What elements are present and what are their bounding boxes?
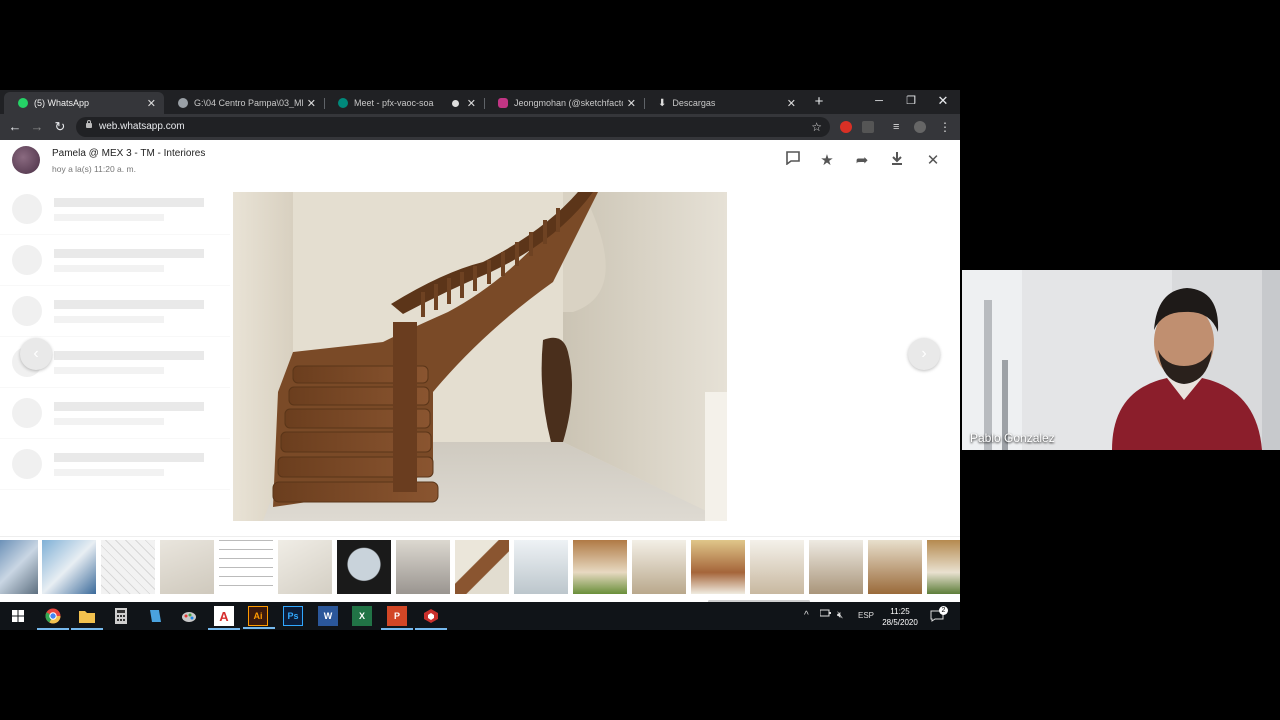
next-arrow-icon[interactable]: › — [908, 338, 940, 370]
volume-muted-icon[interactable]: 🔇︎ — [837, 602, 843, 630]
thumbnail[interactable] — [160, 540, 214, 594]
thumbnail[interactable] — [868, 540, 922, 594]
list-item — [0, 235, 230, 286]
sketchup-app-icon[interactable] — [415, 606, 447, 630]
download-icon: ⬇ — [658, 98, 667, 109]
avatar[interactable] — [12, 146, 40, 174]
lock-icon — [86, 120, 92, 128]
chrome-app-icon[interactable] — [37, 606, 69, 630]
restore-icon[interactable]: ❐ — [896, 90, 926, 112]
windows-taskbar: A Ai Ps W X P ^ 🔇︎ ESP 11:25 28/5/2020 2 — [0, 602, 960, 630]
tab-meet[interactable]: Meet - pfx-vaoc-soa ✕ — [324, 92, 484, 114]
thumbnail[interactable] — [927, 540, 960, 594]
tab-strip: (5) WhatsApp ✕ G:\04 Centro Pampa\03_MEX… — [0, 90, 960, 114]
notification-count-badge: 2 — [939, 606, 948, 615]
file-explorer-icon[interactable] — [71, 606, 103, 630]
media-control-icon[interactable]: ≡ — [893, 121, 905, 133]
extension-icon[interactable] — [862, 121, 874, 133]
address-bar[interactable]: web.whatsapp.com ☆ — [76, 117, 830, 137]
recording-icon — [451, 99, 459, 107]
thumbnail[interactable] — [750, 540, 804, 594]
powerpoint-app-icon[interactable]: P — [381, 606, 413, 630]
clock-date: 28/5/2020 — [882, 618, 918, 627]
meet-icon — [338, 98, 348, 108]
message-timestamp: hoy a la(s) 11:20 a. m. — [52, 164, 136, 174]
menu-kebab-icon[interactable]: ⋮ — [939, 121, 951, 133]
staircase-photo — [233, 192, 727, 521]
thumbnail[interactable] — [455, 540, 509, 594]
new-tab-button[interactable]: + — [810, 92, 828, 112]
thumbnail[interactable] — [42, 540, 96, 594]
forward-icon[interactable]: → — [27, 117, 47, 137]
thumbnail[interactable] — [691, 540, 745, 594]
close-tab-icon[interactable]: ✕ — [147, 97, 156, 110]
participant-name: Pablo Gonzalez — [970, 431, 1055, 445]
forward-icon[interactable]: ➦ — [851, 150, 873, 172]
back-icon[interactable]: ← — [5, 117, 25, 137]
close-tab-icon[interactable]: ✕ — [627, 97, 636, 110]
thumbnail[interactable] — [0, 540, 38, 594]
minimize-icon[interactable]: ─ — [864, 90, 894, 112]
star-icon[interactable]: ★ — [816, 150, 838, 172]
close-tab-icon[interactable]: ✕ — [787, 97, 796, 110]
network-icon[interactable] — [819, 602, 832, 630]
tab-label: G:\04 Centro Pampa\03_MEX 3 — [194, 98, 303, 108]
list-item — [0, 286, 230, 337]
tab-label: (5) WhatsApp — [34, 98, 90, 108]
thumbnail[interactable] — [396, 540, 450, 594]
reply-icon[interactable] — [782, 150, 804, 172]
tab-downloads[interactable]: ⬇ Descargas ✕ — [644, 92, 804, 114]
video-participant-tile: Pablo Gonzalez — [962, 270, 1280, 450]
extension-icon[interactable] — [840, 121, 852, 133]
thumbnail[interactable] — [219, 540, 273, 594]
bookmark-star-icon[interactable]: ☆ — [811, 117, 822, 137]
tab-whatsapp[interactable]: (5) WhatsApp ✕ — [4, 92, 164, 114]
tab-label: Jeongmohan (@sketchfactory) — [514, 98, 623, 108]
close-tab-icon[interactable]: ✕ — [467, 97, 476, 110]
close-tab-icon[interactable]: ✕ — [307, 97, 316, 110]
browser-toolbar: ← → ↻ web.whatsapp.com ☆ ≡ ⋮ — [0, 114, 960, 140]
windows-start-icon[interactable] — [8, 606, 28, 626]
sender-name: Pamela @ MEX 3 - TM - Interiores — [52, 148, 206, 159]
excel-app-icon[interactable]: X — [352, 606, 372, 626]
thumbnail[interactable] — [278, 540, 332, 594]
list-item — [0, 388, 230, 439]
profile-avatar[interactable] — [914, 121, 926, 133]
taskbar-clock[interactable]: 11:25 28/5/2020 — [872, 606, 928, 628]
photoshop-app-icon[interactable]: Ps — [283, 606, 303, 626]
url-text: web.whatsapp.com — [99, 121, 185, 132]
tab-label: Meet - pfx-vaoc-soa — [354, 98, 434, 108]
whatsapp-icon — [18, 98, 28, 108]
tray-chevron-icon[interactable]: ^ — [804, 602, 809, 630]
thumbnail[interactable] — [809, 540, 863, 594]
previous-arrow-icon[interactable]: ‹ — [20, 338, 52, 370]
notes-app-icon[interactable] — [145, 606, 165, 626]
thumbnail[interactable] — [101, 540, 155, 594]
clock-time: 11:25 — [890, 607, 910, 616]
tab-folder[interactable]: G:\04 Centro Pampa\03_MEX 3 ✕ — [164, 92, 324, 114]
paint-app-icon[interactable] — [179, 606, 199, 626]
tab-instagram[interactable]: Jeongmohan (@sketchfactory) ✕ — [484, 92, 644, 114]
list-item — [0, 184, 230, 235]
tab-label: Descargas — [672, 98, 716, 108]
thumbnail[interactable] — [514, 540, 568, 594]
thumbnail-strip — [0, 536, 960, 595]
reload-icon[interactable]: ↻ — [50, 117, 70, 137]
close-icon[interactable]: ✕ — [922, 150, 944, 172]
word-app-icon[interactable]: W — [318, 606, 338, 626]
close-window-icon[interactable]: ✕ — [928, 90, 958, 112]
autocad-app-icon[interactable]: A — [208, 606, 240, 630]
notifications-icon[interactable]: 2 — [930, 602, 948, 630]
instagram-icon — [498, 98, 508, 108]
list-item — [0, 439, 230, 490]
media-viewer: Pamela @ MEX 3 - TM - Interiores hoy a l… — [0, 140, 960, 600]
calculator-icon[interactable] — [111, 606, 131, 626]
thumbnail[interactable] — [573, 540, 627, 594]
illustrator-app-icon[interactable]: Ai — [243, 606, 275, 629]
thumbnail[interactable] — [632, 540, 686, 594]
globe-icon — [178, 98, 188, 108]
download-icon[interactable] — [886, 150, 908, 172]
browser-window: (5) WhatsApp ✕ G:\04 Centro Pampa\03_MEX… — [0, 90, 960, 630]
thumbnail[interactable] — [337, 540, 391, 594]
